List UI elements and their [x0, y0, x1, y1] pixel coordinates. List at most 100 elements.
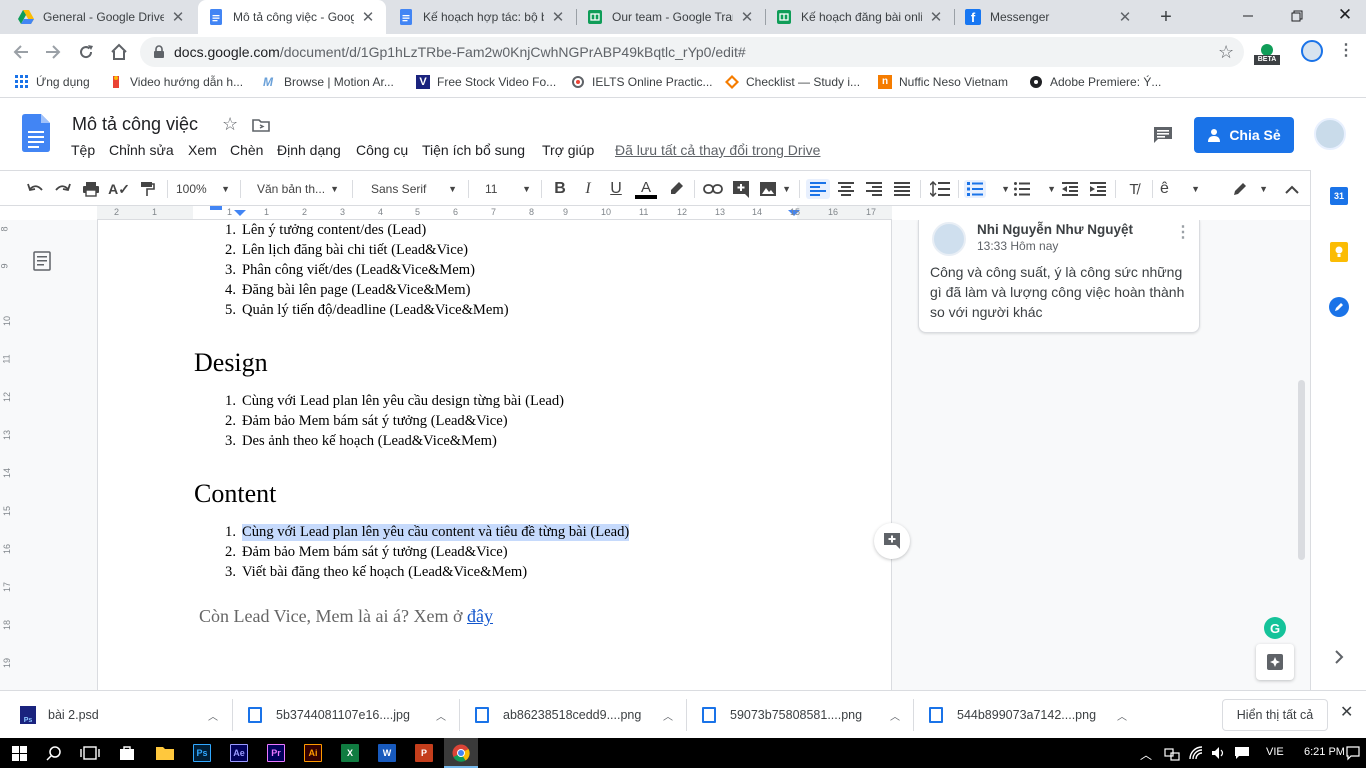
chevron-up-icon[interactable]: ︿	[1117, 708, 1127, 723]
menu-addons[interactable]: Tiện ích bổ sung	[422, 142, 525, 158]
chevron-up-icon[interactable]: ︿	[890, 708, 900, 723]
clock[interactable]: 6:21 PM	[1304, 746, 1345, 758]
tasks-icon[interactable]	[1329, 297, 1349, 317]
forward-arrow-icon[interactable]	[44, 43, 62, 61]
grammarly-icon[interactable]: G	[1264, 617, 1286, 639]
align-right-icon[interactable]	[864, 179, 884, 199]
add-comment-icon[interactable]	[731, 179, 751, 199]
horizontal-ruler[interactable]: 2 1 1 1 2 3 4 5 6 7 8 9 10 11 12 13 14 1…	[97, 206, 892, 220]
zoom-select[interactable]: 100% ▼	[172, 179, 234, 199]
tab-ke-hoach-dang-bai[interactable]: Kế hoạch đăng bài onli ✕	[766, 0, 954, 34]
highlight-color-icon[interactable]	[666, 179, 686, 199]
menu-tools[interactable]: Công cụ	[356, 142, 408, 158]
profile-avatar[interactable]	[1301, 40, 1323, 62]
download-item[interactable]: 5b3744081107e16....jpg ︿	[248, 691, 448, 739]
chevron-up-icon[interactable]: ︿	[208, 708, 218, 723]
word-app-icon[interactable]: W	[378, 744, 396, 762]
tab-ke-hoach-hop-tac[interactable]: Kế hoạch hợp tác: bộ b ✕	[388, 0, 576, 34]
file-explorer-icon[interactable]	[155, 744, 175, 762]
paint-format-icon[interactable]	[137, 179, 157, 199]
underline-icon[interactable]: U	[606, 179, 626, 199]
bookmark-free-stock-video[interactable]: V Free Stock Video Fo...	[416, 75, 556, 89]
task-view-icon[interactable]	[80, 745, 100, 761]
tab-mo-ta-cong-viec[interactable]: Mô tả công việc - Goog ✕	[198, 0, 386, 34]
bookmark-adobe-premiere[interactable]: Adobe Premiere: Ý...	[1029, 75, 1161, 89]
print-icon[interactable]	[81, 179, 101, 199]
excel-app-icon[interactable]: X	[341, 744, 359, 762]
show-all-downloads-button[interactable]: Hiển thị tất cả	[1222, 699, 1328, 731]
close-tab-icon[interactable]: ✕	[739, 8, 755, 26]
footer-link[interactable]: đây	[467, 606, 493, 626]
chevron-up-icon[interactable]: ︿	[436, 708, 446, 723]
search-icon[interactable]	[46, 745, 62, 761]
heading-design[interactable]: Design	[194, 348, 268, 378]
decrease-indent-icon[interactable]	[1060, 179, 1080, 199]
google-docs-logo-icon[interactable]	[22, 114, 50, 152]
paragraph-style-select[interactable]: Văn bản th... ▼	[245, 179, 347, 199]
bookmark-nuffic[interactable]: n Nuffic Neso Vietnam	[878, 75, 1008, 89]
chrome-taskbar-button[interactable]	[444, 738, 478, 768]
vertical-ruler[interactable]: 8 9 10 11 12 13 14 15 16 17 18 19	[0, 220, 14, 690]
close-tab-icon[interactable]: ✕	[170, 8, 186, 26]
bookmark-apps[interactable]: Ứng dụng	[15, 75, 90, 89]
close-window-button[interactable]: ✕	[1336, 6, 1354, 24]
scrollbar-thumb[interactable]	[1298, 380, 1305, 560]
tab-messenger[interactable]: f Messenger ✕	[955, 0, 1143, 34]
editing-mode-button[interactable]: ▼	[1232, 179, 1268, 199]
menu-insert[interactable]: Chèn	[230, 142, 263, 158]
star-icon[interactable]: ☆	[222, 114, 238, 134]
illustrator-app-icon[interactable]: Ai	[304, 744, 322, 762]
photoshop-app-icon[interactable]: Ps	[193, 744, 211, 762]
save-status[interactable]: Đã lưu tất cả thay đổi trong Drive	[615, 142, 820, 158]
action-center-icon[interactable]	[1346, 745, 1360, 761]
volume-icon[interactable]	[1211, 745, 1227, 761]
insert-image-icon[interactable]: ▼	[759, 179, 791, 199]
align-justify-icon[interactable]	[892, 179, 912, 199]
restore-window-button[interactable]	[1289, 8, 1305, 24]
home-icon[interactable]	[109, 42, 129, 62]
spellcheck-icon[interactable]: A✓	[108, 179, 130, 199]
powerpoint-app-icon[interactable]: P	[415, 744, 433, 762]
menu-format[interactable]: Định dạng	[277, 142, 341, 158]
menu-edit[interactable]: Chỉnh sửa	[109, 142, 174, 158]
insert-link-icon[interactable]	[702, 179, 724, 199]
comment-more-icon[interactable]: ⋮	[1175, 222, 1191, 242]
calendar-icon[interactable]: 31	[1330, 187, 1348, 205]
account-avatar[interactable]	[1314, 118, 1346, 150]
align-left-icon[interactable]	[806, 179, 830, 199]
download-item[interactable]: ab86238518cedd9....png ︿	[475, 691, 675, 739]
tab-our-team[interactable]: Our team - Google Tran ✕	[577, 0, 765, 34]
collapse-menus-icon[interactable]	[1282, 179, 1302, 199]
new-tab-button[interactable]: +	[1154, 5, 1178, 29]
italic-icon[interactable]: I	[578, 179, 598, 199]
tab-google-drive[interactable]: General - Google Drive ✕	[8, 0, 196, 34]
keep-icon[interactable]	[1330, 242, 1348, 262]
document-outline-icon[interactable]	[33, 251, 51, 271]
clear-formatting-icon[interactable]: T̸	[1124, 179, 1144, 199]
font-family-select[interactable]: Sans Serif ▼	[357, 179, 463, 199]
close-tab-icon[interactable]: ✕	[928, 8, 944, 26]
chevron-up-icon[interactable]: ︿	[1140, 746, 1152, 763]
close-tab-icon[interactable]: ✕	[1117, 8, 1133, 26]
browser-menu-icon[interactable]: ⋮	[1338, 42, 1354, 60]
network-icon[interactable]	[1164, 745, 1180, 761]
close-downloads-icon[interactable]: ✕	[1340, 705, 1356, 721]
bookmark-star-icon[interactable]: ☆	[1218, 43, 1236, 61]
wifi-icon[interactable]	[1188, 745, 1204, 761]
download-item[interactable]: Ps bài 2.psd ︿	[20, 691, 220, 739]
menu-view[interactable]: Xem	[188, 142, 217, 158]
comment-card[interactable]: Nhi Nguyễn Như Nguyệt 13:33 Hôm nay ⋮ Cô…	[918, 220, 1200, 333]
lock-icon[interactable]	[152, 45, 166, 59]
redo-icon[interactable]	[53, 179, 73, 199]
text-color-icon[interactable]: A	[634, 179, 658, 199]
input-language[interactable]: VIE	[1266, 746, 1284, 758]
after-effects-app-icon[interactable]: Ae	[230, 744, 248, 762]
font-size-select[interactable]: 11 ▼	[473, 179, 535, 199]
bookmark-ielts[interactable]: IELTS Online Practic...	[571, 75, 713, 89]
premiere-app-icon[interactable]: Pr	[267, 744, 285, 762]
footer-paragraph[interactable]: Còn Lead Vice, Mem là ai á? Xem ở đây	[199, 606, 493, 627]
bold-icon[interactable]: B	[550, 179, 570, 199]
bulleted-list-button[interactable]: ▼	[1014, 179, 1056, 199]
increase-indent-icon[interactable]	[1088, 179, 1108, 199]
move-to-folder-icon[interactable]	[252, 117, 270, 133]
